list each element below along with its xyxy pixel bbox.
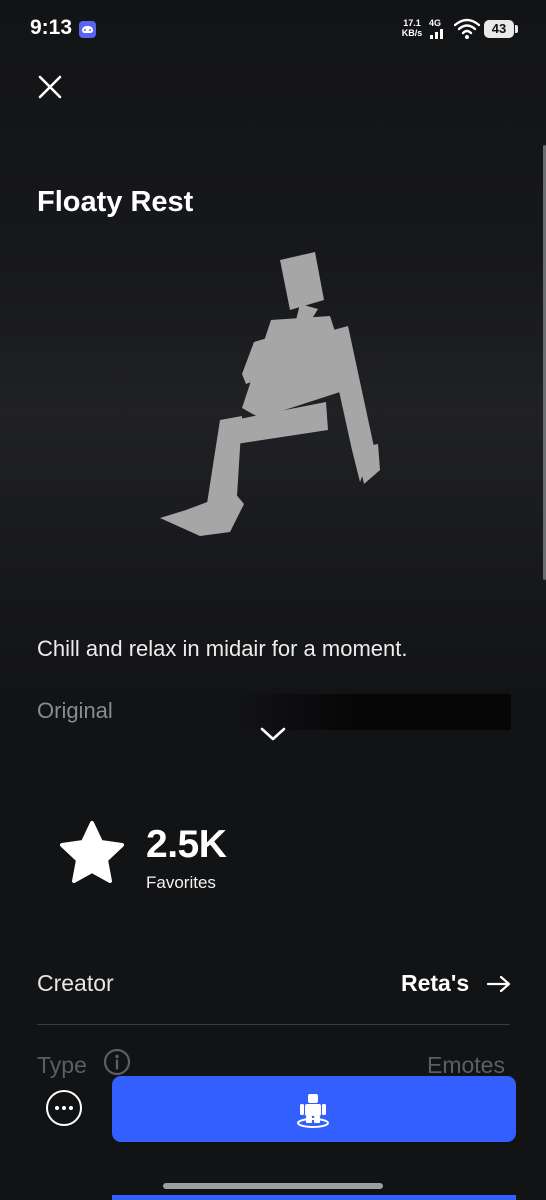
favorites-count: 2.5K [146, 823, 227, 866]
item-category: Original [37, 698, 113, 723]
chevron-down-icon [260, 727, 286, 741]
type-label: Type [37, 1052, 87, 1078]
item-description: Chill and relax in midair for a moment. [37, 636, 408, 661]
network-speed-value: 17.1 [403, 18, 421, 28]
details-divider [37, 1024, 510, 1025]
item-title: Floaty Rest [37, 186, 194, 218]
expand-description-button[interactable] [258, 722, 288, 746]
info-icon[interactable] [103, 1048, 131, 1076]
close-button[interactable] [33, 70, 67, 104]
signal-bars-icon [430, 29, 444, 39]
creator-label: Creator [37, 970, 114, 996]
network-speed: 17.1 KB/s [398, 18, 426, 38]
more-options-button[interactable] [46, 1090, 82, 1126]
battery-indicator: 43 [484, 20, 518, 38]
creator-link[interactable]: Reta's [400, 970, 512, 1000]
signal-type-label: 4G [429, 18, 442, 28]
emote-preview-figure [160, 252, 380, 536]
status-time: 9:13 [30, 16, 73, 39]
bottom-button-edge [112, 1195, 516, 1200]
home-indicator[interactable] [163, 1183, 383, 1189]
avatar-icon [297, 1094, 329, 1128]
type-value: Emotes [427, 1052, 505, 1078]
battery-level: 43 [491, 21, 507, 36]
item-details-screen: 9:13 17.1 KB/s 4G 43 Floaty Rest Chill a… [0, 0, 546, 1200]
status-bar: 9:13 17.1 KB/s 4G 43 [0, 0, 546, 60]
close-icon [38, 75, 62, 99]
wifi-icon [454, 18, 480, 39]
network-speed-unit: KB/s [401, 28, 423, 38]
favorites-label: Favorites [146, 873, 216, 892]
arrow-right-icon [486, 975, 511, 993]
creator-name: Reta's [401, 970, 470, 996]
discord-notification-icon [79, 21, 96, 38]
try-on-button[interactable] [112, 1076, 516, 1142]
star-icon [60, 821, 124, 883]
